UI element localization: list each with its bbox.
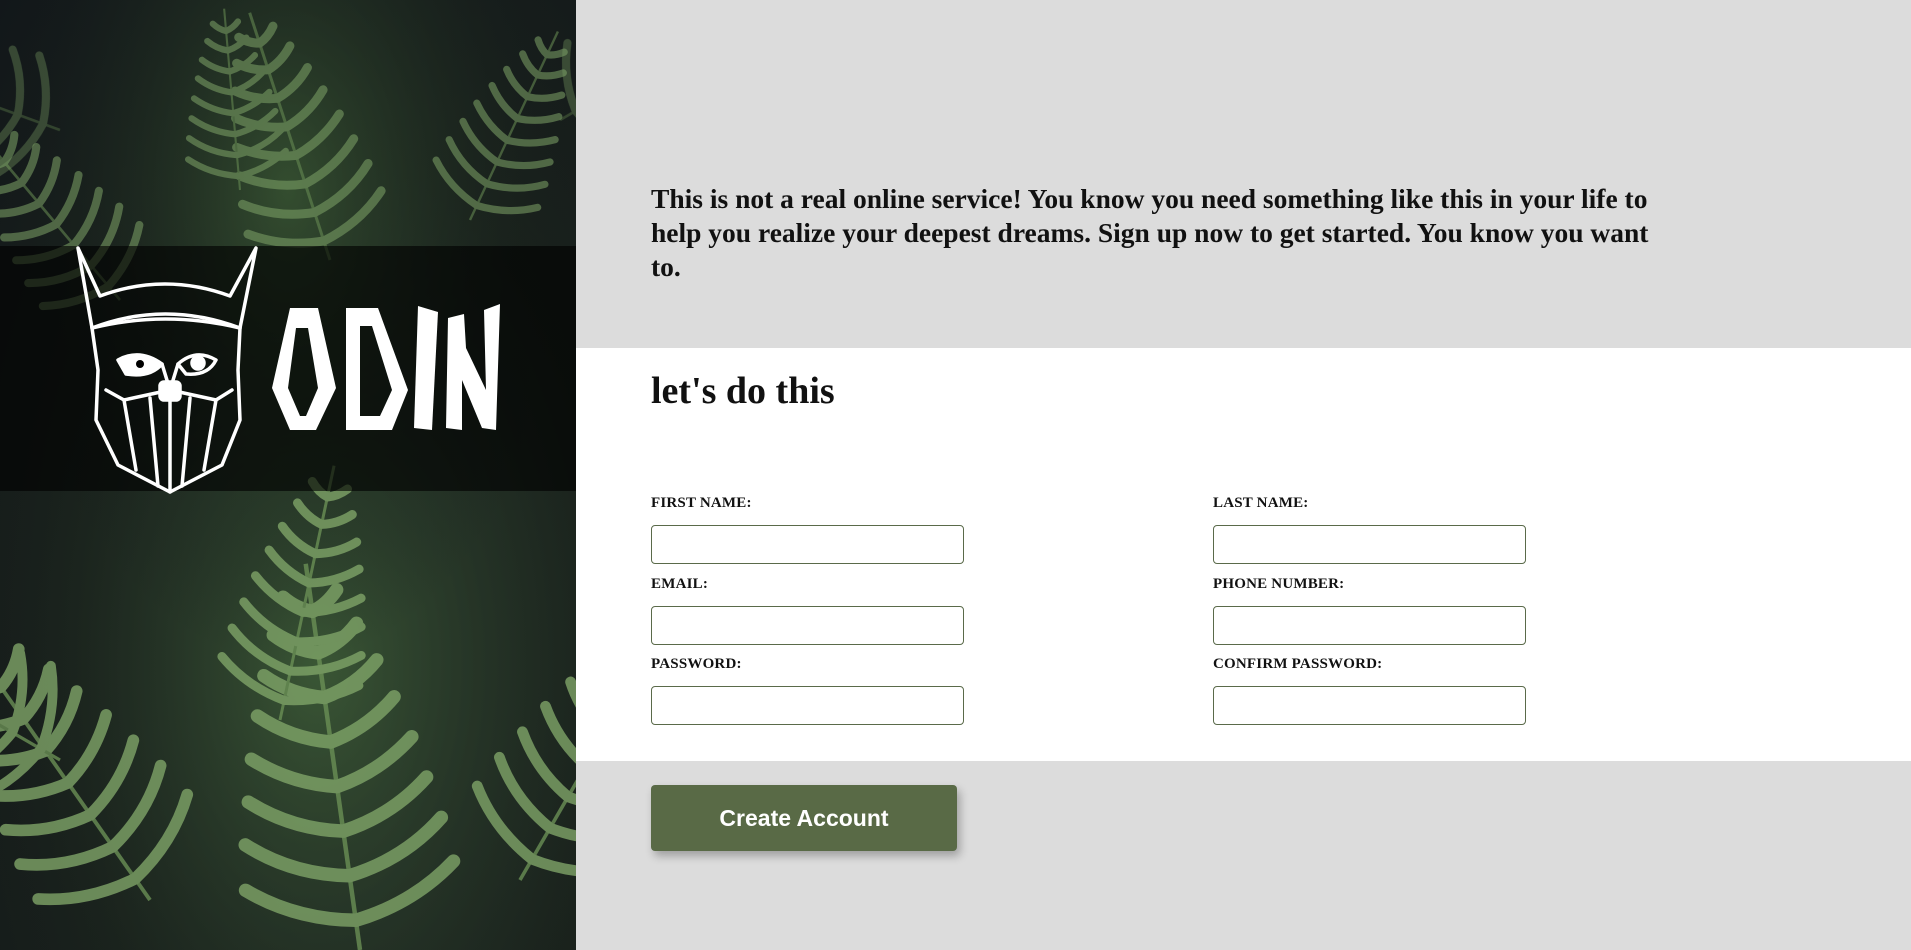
first-name-label: FIRST NAME: <box>651 495 752 511</box>
confirm-password-input[interactable] <box>1213 686 1526 725</box>
create-account-button[interactable]: Create Account <box>651 785 957 851</box>
phone-input[interactable] <box>1213 606 1526 645</box>
intro-text: This is not a real online service! You k… <box>651 183 1649 282</box>
viking-head-icon <box>76 246 258 494</box>
password-input[interactable] <box>651 686 964 725</box>
odin-wordmark <box>272 304 500 430</box>
phone-group: PHONE NUMBER: <box>1213 575 1526 645</box>
last-name-label: LAST NAME: <box>1213 495 1309 511</box>
last-name-input[interactable] <box>1213 525 1526 564</box>
confirm-password-group: CONFIRM PASSWORD: <box>1213 655 1526 725</box>
signup-form: let's do this FIRST NAME: LAST NAME: EMA… <box>576 348 1911 761</box>
content-area: This is not a real online service! You k… <box>576 0 1911 950</box>
form-heading: let's do this <box>651 370 835 412</box>
confirm-password-label: CONFIRM PASSWORD: <box>1213 656 1383 672</box>
hero-panel <box>0 0 576 950</box>
first-name-input[interactable] <box>651 525 964 564</box>
password-label: PASSWORD: <box>651 656 742 672</box>
last-name-group: LAST NAME: <box>1213 494 1526 564</box>
first-name-group: FIRST NAME: <box>651 494 964 564</box>
signup-page: This is not a real online service! You k… <box>0 0 1911 950</box>
email-group: EMAIL: <box>651 575 964 645</box>
email-input[interactable] <box>651 606 964 645</box>
phone-label: PHONE NUMBER: <box>1213 576 1345 592</box>
email-label: EMAIL: <box>651 576 709 592</box>
password-group: PASSWORD: <box>651 655 964 725</box>
odin-logo <box>76 246 500 494</box>
